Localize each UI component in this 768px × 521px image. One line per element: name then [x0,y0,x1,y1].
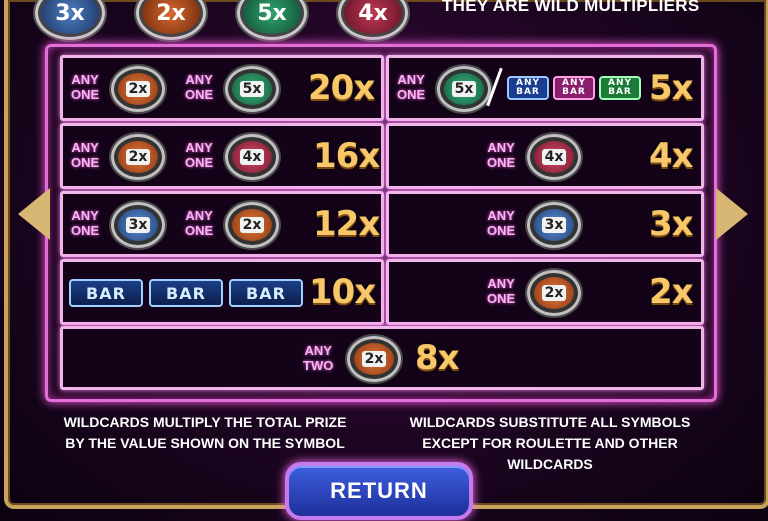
bar-symbol-icon: BAR [229,279,303,307]
multiplier-value: 4x [649,136,694,176]
any-bar-green-icon: ANY BAR [599,76,641,100]
info-line: WILDCARDS MULTIPLY THE TOTAL PRIZE [63,414,347,430]
multiplier-value: 10x [309,272,376,312]
any-one-label: ANY ONE [71,208,100,238]
paytable-row-4x: ANY ONE 4x 4x [386,123,704,189]
paytable-row-3x: ANY ONE 3x 3x [386,191,704,257]
wild-5x-chip-icon: 5x [237,0,307,40]
any-one-label: ANY ONE [71,140,100,170]
top-caption: THEY ARE WILD MULTIPLIERS [442,0,700,15]
info-line: EXCEPT FOR ROULETTE AND OTHER [422,435,678,451]
multiplier-value: 12x [313,204,380,244]
paytable-row-16x: ANY ONE 2x ANY ONE 4x 16x [60,123,384,189]
any-one-label: ANY ONE [185,208,214,238]
any-bar-pink-icon: ANY BAR [553,76,595,100]
bar-symbol-icon: BAR [69,279,143,307]
any-one-label: ANY ONE [185,140,214,170]
multiplier-value: 3x [649,204,694,244]
multiplier-value: 20x [308,68,375,108]
wild-2x-icon: 2x [225,202,279,248]
paytable-row-12x: ANY ONE 3x ANY ONE 2x 12x [60,191,384,257]
return-button-label: RETURN [330,478,428,503]
any-one-label: ANY ONE [487,208,516,238]
info-line: BY THE VALUE SHOWN ON THE SYMBOL [65,435,345,451]
wild-5x-icon: 5x [225,66,279,112]
wild-4x-chip-icon: 4x [338,0,408,40]
paytable-row-8x: ANY TWO 2x 8x [60,326,704,390]
info-wild-multiply: WILDCARDS MULTIPLY THE TOTAL PRIZE BY TH… [40,412,370,454]
paytable-row-2x: ANY ONE 2x 2x [386,259,704,325]
wild-2x-icon: 2x [347,336,401,382]
wild-2x-icon: 2x [527,270,581,316]
paytable-row-20x: ANY ONE 2x ANY ONE 5x 20x [60,55,384,121]
any-one-label: ANY ONE [397,72,426,102]
wild-5x-icon: 5x [437,66,491,112]
multiplier-value: 16x [313,136,380,176]
any-one-label: ANY ONE [185,72,214,102]
paytable-row-5x: ANY ONE 5x ANY BAR ANY BAR ANY BAR 5x [386,55,704,121]
top-strip: 3x 2x 5x 4x THEY ARE WILD MULTIPLIERS [0,0,768,42]
info-line: WILDCARDS SUBSTITUTE ALL SYMBOLS [409,414,691,430]
any-one-label: ANY ONE [487,140,516,170]
wild-2x-icon: 2x [111,134,165,180]
multiplier-value: 8x [415,338,460,378]
wild-2x-icon: 2x [111,66,165,112]
wild-3x-chip-icon: 3x [35,0,105,40]
next-page-arrow-icon[interactable] [716,188,748,240]
multiplier-value: 2x [649,272,694,312]
wild-3x-icon: 3x [527,202,581,248]
any-two-label: ANY TWO [303,343,334,373]
wild-2x-chip-icon: 2x [136,0,206,40]
any-bar-blue-icon: ANY BAR [507,76,549,100]
wild-4x-icon: 4x [225,134,279,180]
return-button[interactable]: RETURN [285,462,473,520]
paytable-row-10x: BAR BAR BAR 10x [60,259,384,325]
multiplier-value: 5x [649,68,694,108]
any-one-label: ANY ONE [487,276,516,306]
any-one-label: ANY ONE [71,72,100,102]
bar-symbol-icon: BAR [149,279,223,307]
previous-page-arrow-icon[interactable] [18,188,50,240]
wild-3x-icon: 3x [111,202,165,248]
wild-4x-icon: 4x [527,134,581,180]
